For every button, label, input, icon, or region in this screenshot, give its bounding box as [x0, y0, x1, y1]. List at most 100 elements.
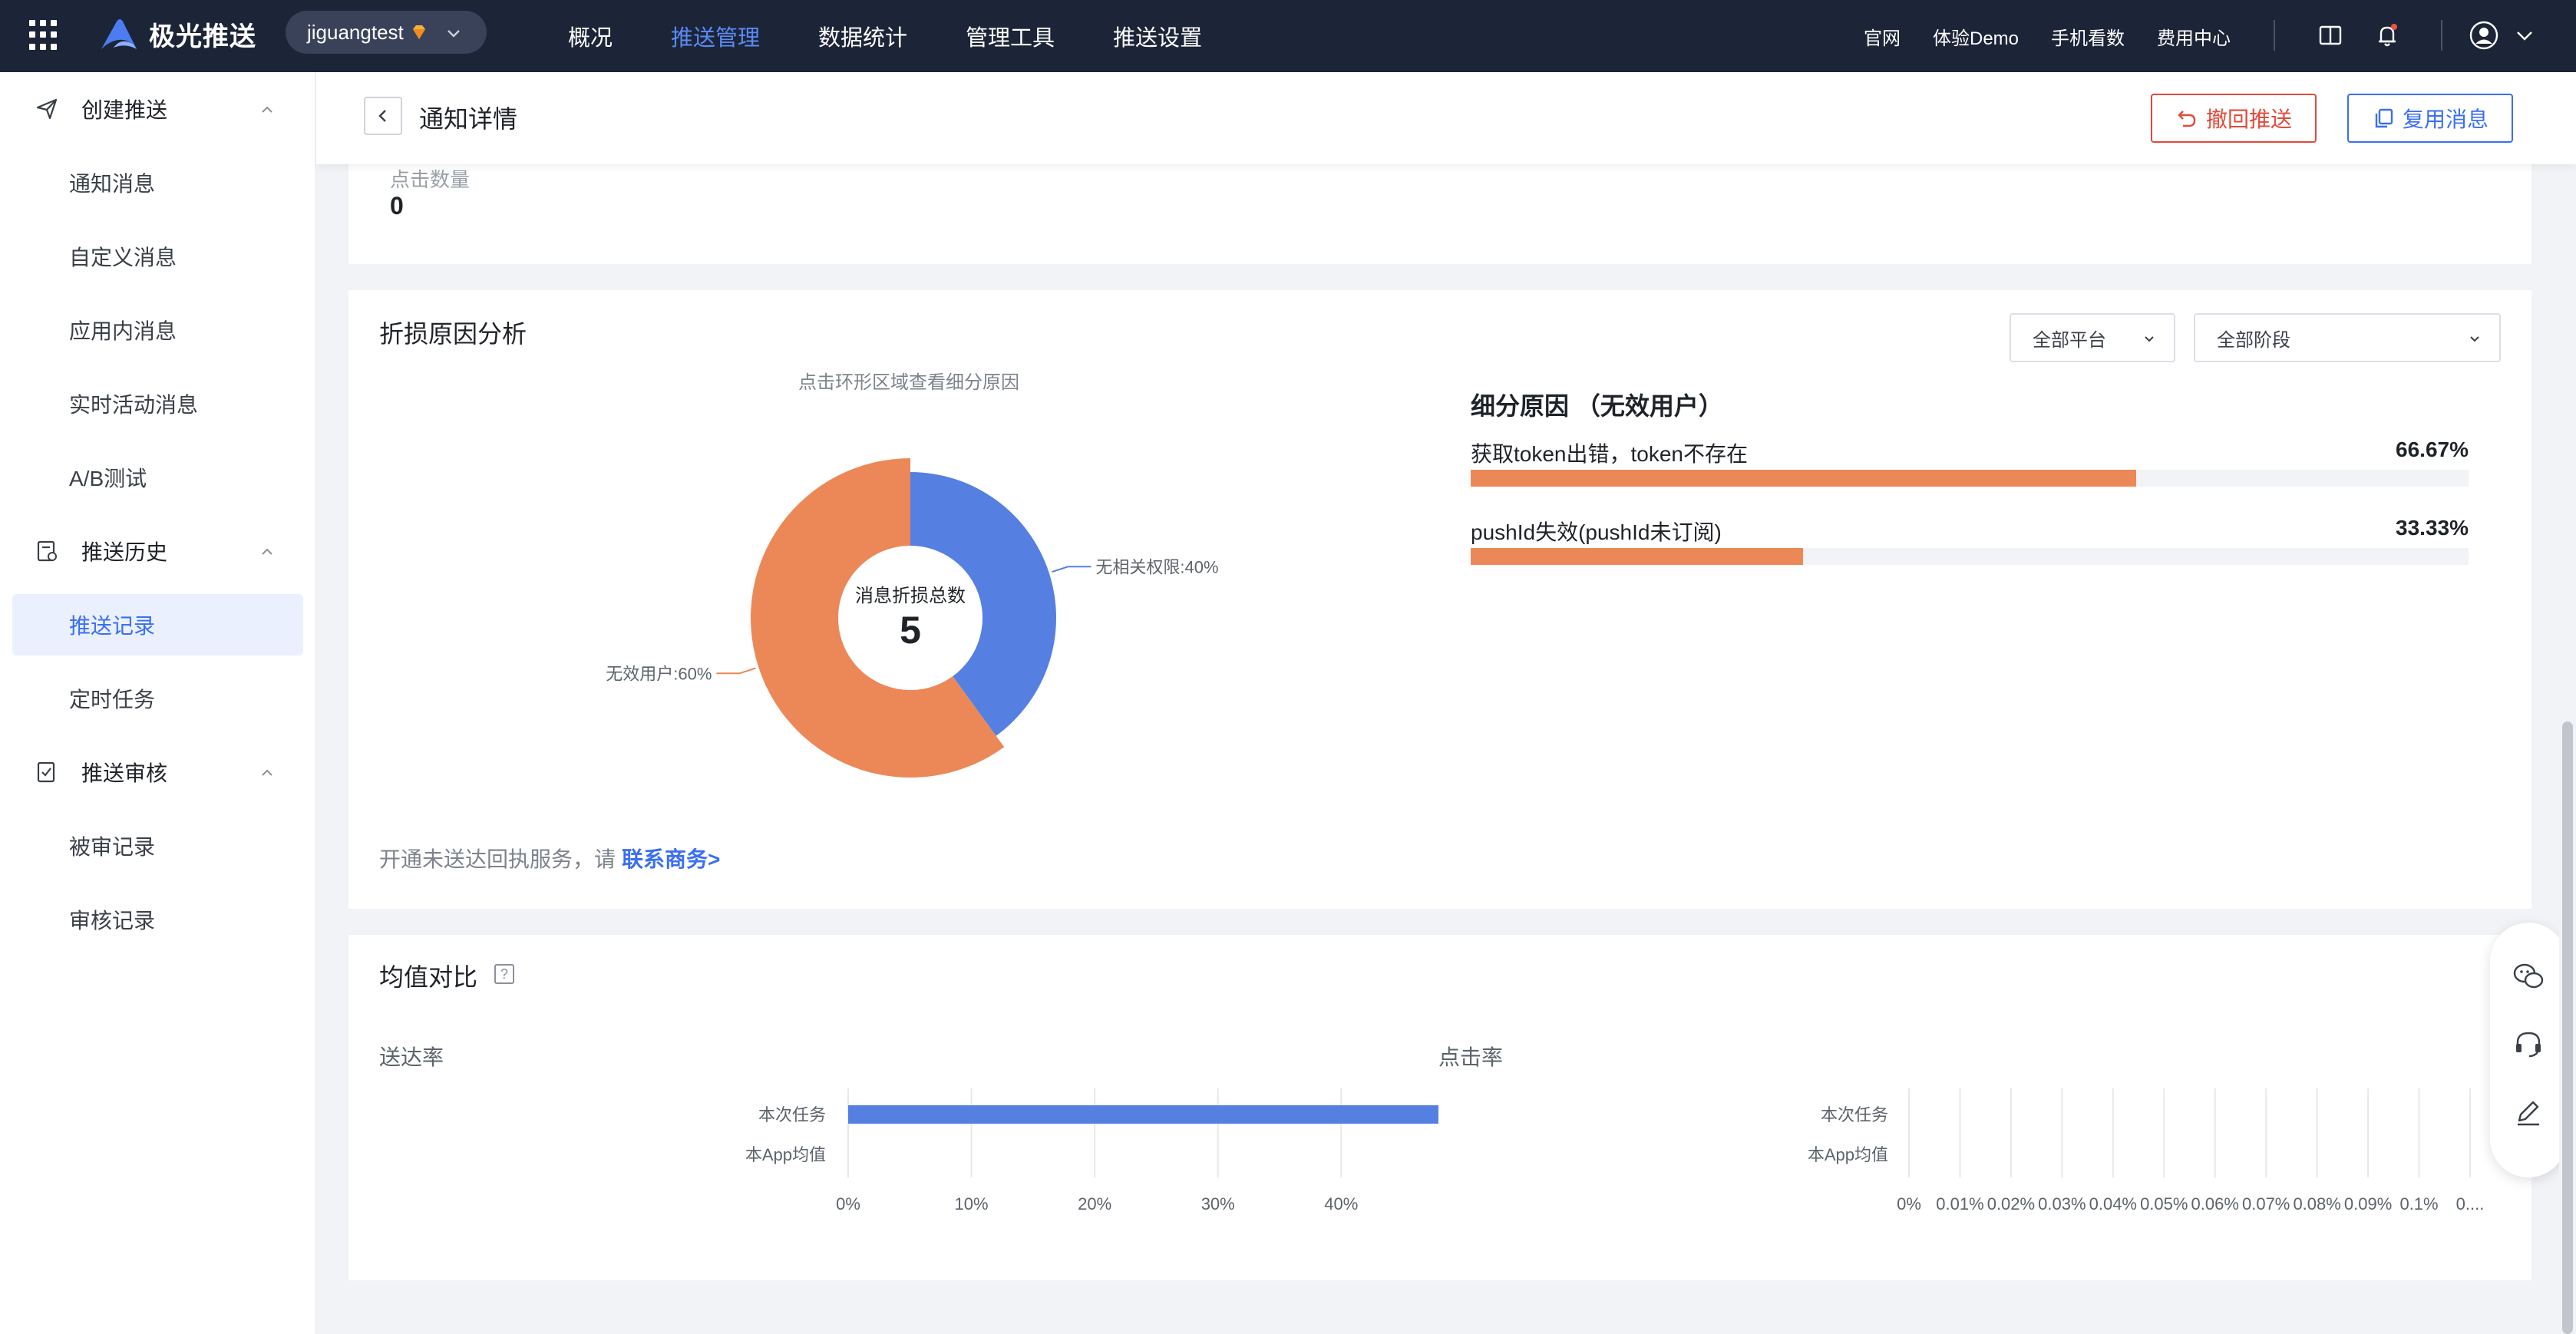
sidebar-item-review-records[interactable]: 审核记录: [0, 883, 315, 956]
reason-name: 获取token出错，token不存在: [1471, 442, 1748, 466]
x-tick-label: 0.1%: [2399, 1194, 2438, 1213]
scrollbar-thumb[interactable]: [2562, 721, 2573, 1334]
sidebar-item-scheduled-tasks[interactable]: 定时任务: [0, 662, 315, 735]
x-tick-label: 0.07%: [2242, 1194, 2290, 1213]
sidebar-group-label: 推送历史: [81, 540, 168, 564]
edit-icon[interactable]: [2512, 1096, 2545, 1130]
sidebar-item-audited-records[interactable]: 被审记录: [0, 809, 315, 883]
back-button[interactable]: [364, 97, 402, 135]
reason-bar-track: [1471, 470, 2469, 487]
divider: [2274, 20, 2275, 51]
revoke-push-button[interactable]: 撤回推送: [2151, 94, 2317, 143]
floating-toolbar: [2490, 923, 2567, 1177]
nav-statistics[interactable]: 数据统计: [818, 20, 907, 52]
delivery-rate-title: 送达率: [379, 1045, 444, 1069]
chevron-down-icon[interactable]: [2515, 20, 2535, 51]
loss-donut-chart[interactable]: 无效用户:60% 无相关权限:40% 消息折损总数 5: [348, 290, 1730, 909]
x-tick-label: 0.04%: [2089, 1194, 2137, 1213]
click-rate-title: 点击率: [1438, 1045, 1504, 1069]
reason-row[interactable]: pushId失效(pushId未订阅) 33.33%: [1471, 516, 2469, 565]
brand-logo[interactable]: 极光推送: [98, 15, 256, 53]
average-compare-title: 均值对比: [379, 963, 478, 991]
nav-push-settings[interactable]: 推送设置: [1113, 20, 1202, 52]
brand-name: 极光推送: [149, 22, 256, 51]
contact-sales-link[interactable]: 联系商务>: [622, 847, 720, 871]
page-title: 通知详情: [419, 105, 518, 133]
sidebar-group-push-history[interactable]: 推送历史: [0, 514, 315, 588]
link-official-site[interactable]: 官网: [1864, 23, 1901, 50]
undo-icon: [2178, 111, 2196, 127]
divider: [2441, 20, 2442, 51]
revoke-push-label: 撤回推送: [2205, 107, 2292, 131]
click-count-card: 点击数量 0: [348, 164, 2531, 264]
book-icon[interactable]: [2315, 20, 2346, 51]
slice-label-invalid-users: 无效用户:60%: [606, 664, 712, 683]
slice-label-no-permission: 无相关权限:40%: [1095, 557, 1218, 576]
x-tick-label: 0.06%: [2191, 1194, 2239, 1213]
sidebar-group-create-push[interactable]: 创建推送: [0, 72, 315, 146]
user-avatar-icon[interactable]: [2469, 20, 2499, 51]
bar[interactable]: [848, 1105, 1438, 1124]
jiguang-logo-icon: [101, 18, 137, 49]
nav-push-management[interactable]: 推送管理: [671, 20, 760, 52]
platform-select[interactable]: 全部平台: [2010, 313, 2175, 362]
copy-icon: [2375, 108, 2393, 128]
chevron-up-icon: [262, 548, 272, 555]
wechat-icon[interactable]: [2512, 959, 2545, 993]
link-billing[interactable]: 费用中心: [2157, 23, 2231, 50]
y-category-label: 本次任务: [758, 1105, 826, 1124]
sidebar-item-push-records[interactable]: 推送记录: [12, 594, 303, 655]
top-navbar: 极光推送 jiguangtest 概况 推送管理 数据统计 管理工具 推送设置 …: [0, 0, 2576, 72]
sidebar-group-push-audit[interactable]: 推送审核: [0, 735, 315, 809]
customer-service-icon[interactable]: [2512, 1027, 2545, 1061]
y-category-label: 本App均值: [1808, 1145, 1888, 1164]
sidebar-item-live-activity[interactable]: 实时活动消息: [0, 367, 315, 441]
sidebar-item-ab-test[interactable]: A/B测试: [0, 441, 315, 514]
send-icon: [36, 98, 58, 120]
x-tick-label: 0.03%: [2038, 1194, 2086, 1213]
donut-center-value: 5: [900, 609, 921, 652]
x-tick-label: 0.09%: [2344, 1194, 2392, 1213]
sidebar-item-in-app-message[interactable]: 应用内消息: [0, 293, 315, 367]
receipt-service-note: 开通未送达回执服务，请 联系商务>: [379, 843, 720, 873]
account-switcher[interactable]: jiguangtest: [286, 11, 487, 54]
x-tick-label: 0....: [2456, 1194, 2485, 1213]
top-links: 官网 体验Demo 手机看数 费用中心: [1864, 0, 2263, 72]
nav-tools[interactable]: 管理工具: [966, 20, 1055, 52]
link-mobile-view[interactable]: 手机看数: [2051, 23, 2125, 50]
reason-row[interactable]: 获取token出错，token不存在 66.67%: [1471, 438, 2469, 487]
click-count-value: 0: [390, 192, 404, 220]
x-tick-label: 0.05%: [2140, 1194, 2188, 1213]
receipt-service-text: 开通未送达回执服务，请: [379, 847, 616, 871]
chevron-up-icon: [262, 106, 272, 113]
donut-center-label: 消息折损总数: [855, 586, 966, 606]
average-compare-card: 均值对比 ? 送达率 0%10%20%30%40%50%60%70%本次任务本A…: [348, 935, 2531, 1280]
nav-overview[interactable]: 概况: [568, 20, 613, 52]
bell-icon[interactable]: [2372, 20, 2403, 51]
subreason-title: 细分原因 （无效用户）: [1471, 392, 1723, 420]
sidebar-item-notification[interactable]: 通知消息: [0, 146, 315, 220]
sidebar-item-custom-message[interactable]: 自定义消息: [0, 220, 315, 293]
help-icon[interactable]: ?: [494, 964, 514, 984]
click-count-label: 点击数量: [390, 168, 471, 191]
reason-bar-fill: [1471, 548, 1804, 565]
y-category-label: 本App均值: [745, 1145, 826, 1164]
main-nav: 概况 推送管理 数据统计 管理工具 推送设置: [568, 0, 1260, 72]
audit-icon: [37, 761, 55, 783]
history-icon: [37, 540, 57, 562]
chevron-down-icon: [2470, 336, 2479, 342]
stage-select[interactable]: 全部阶段: [2194, 313, 2501, 362]
x-tick-label: 0%: [1897, 1194, 1921, 1213]
chevron-up-icon: [262, 769, 272, 776]
app-grid-icon[interactable]: [29, 20, 60, 51]
leader-line-no-permission: [1052, 566, 1091, 573]
reuse-message-button[interactable]: 复用消息: [2347, 94, 2513, 143]
x-tick-label: 20%: [1078, 1194, 1111, 1213]
reuse-message-label: 复用消息: [2402, 107, 2488, 131]
leader-line-invalid-users: [716, 667, 756, 675]
sidebar-group-label: 创建推送: [81, 98, 168, 122]
x-tick-label: 30%: [1201, 1194, 1235, 1213]
page-header: 通知详情 撤回推送 复用消息: [316, 72, 2576, 164]
link-demo[interactable]: 体验Demo: [1933, 23, 2019, 50]
click-rate-chart: 0% 0.01% 0.02% 0.03% 0.04% 0.05% 0.06% 0.07% 0.0…: [1808, 1088, 2485, 1213]
